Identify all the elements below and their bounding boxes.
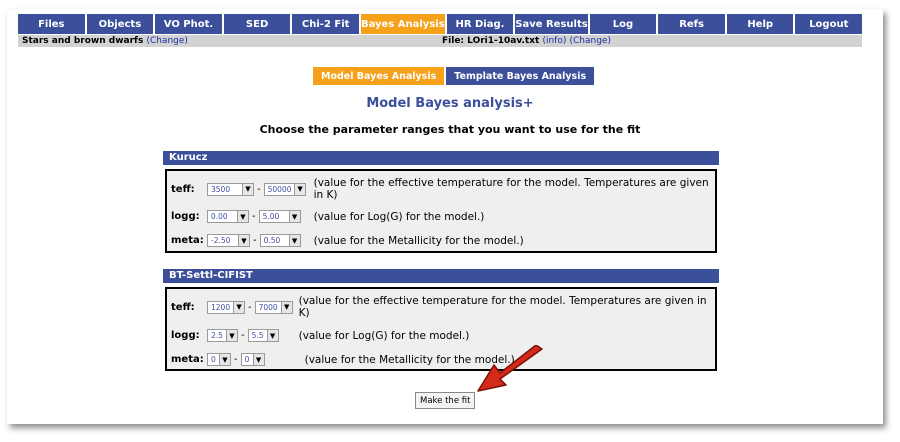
category-info: Stars and brown dwarfs (Change) <box>22 35 188 47</box>
meta-description: (value for the Metallicity for the model… <box>313 234 524 247</box>
btsettl-teff-row: teff: 1200 ▼ - 7000 ▼ (value for the eff… <box>171 295 709 319</box>
teff-description: (value for the effective temperature for… <box>298 295 707 319</box>
logg-description: (value for Log(G) for the model.) <box>313 210 485 223</box>
btsettl-teff-min-select[interactable]: 1200 ▼ <box>207 300 245 314</box>
teff-label: teff: <box>171 301 195 313</box>
kurucz-meta-min-select[interactable]: -2.50 ▼ <box>207 234 250 247</box>
file-label: File: LOri1-10av.txt <box>442 36 540 46</box>
nav-sed[interactable]: SED <box>223 14 291 34</box>
red-arrow-icon <box>477 345 543 392</box>
btsettl-logg-row: logg: 2.5 ▼ - 5.5 ▼ (value for Log(G) fo… <box>171 329 470 342</box>
btsettl-logg-min-select[interactable]: 2.5 ▼ <box>207 329 238 342</box>
make-fit-button[interactable]: Make the fit <box>415 392 476 409</box>
chevron-down-icon: ▼ <box>242 183 253 195</box>
kurucz-meta-row: meta: -2.50 ▼ - 0.50 ▼ (value for the Me… <box>171 234 524 247</box>
nav-chi2-fit[interactable]: Chi-2 Fit <box>292 14 359 34</box>
logg-description: (value for Log(G) for the model.) <box>298 329 470 342</box>
btsettl-meta-max-select[interactable]: 0 ▼ <box>240 353 265 366</box>
category-label: Stars and brown dwarfs <box>22 36 144 46</box>
chevron-down-icon: ▼ <box>237 211 248 222</box>
btsettl-teff-max-select[interactable]: 7000 ▼ <box>254 300 293 314</box>
nav-refs[interactable]: Refs <box>658 14 725 34</box>
nav-hr-diag[interactable]: HR Diag. <box>446 14 514 34</box>
chevron-down-icon: ▼ <box>288 211 300 222</box>
btsettl-logg-max-select[interactable]: 5.5 ▼ <box>247 329 279 342</box>
logg-label: logg: <box>171 330 200 341</box>
kurucz-meta-max-select[interactable]: 0.50 ▼ <box>259 234 301 247</box>
page-subtitle: Choose the parameter ranges that you wan… <box>259 123 641 136</box>
chevron-down-icon: ▼ <box>266 330 278 341</box>
tab-template-bayes[interactable]: Template Bayes Analysis <box>446 67 595 85</box>
chevron-down-icon: ▼ <box>288 235 300 246</box>
chevron-down-icon: ▼ <box>280 301 292 313</box>
tab-model-bayes[interactable]: Model Bayes Analysis <box>313 67 445 85</box>
btsettl-meta-min-select[interactable]: 0 ▼ <box>207 353 231 366</box>
nav-objects[interactable]: Objects <box>86 14 154 34</box>
teff-label: teff: <box>171 183 195 195</box>
nav-log[interactable]: Log <box>589 14 657 34</box>
chevron-down-icon: ▼ <box>226 330 237 341</box>
nav-vo-phot[interactable]: VO Phot. <box>155 14 222 34</box>
nav-help[interactable]: Help <box>726 14 794 34</box>
file-change-link[interactable]: (Change) <box>570 36 611 46</box>
chevron-down-icon: ▼ <box>294 183 305 195</box>
kurucz-box: teff: 3500 ▼ - 50000 ▼ (value for the ef… <box>165 169 717 253</box>
file-info: File: LOri1-10av.txt (info) (Change) <box>442 35 611 47</box>
main-nav: Files Objects VO Phot. SED Chi-2 Fit Bay… <box>18 14 863 34</box>
teff-description: (value for the effective temperature for… <box>313 177 709 201</box>
btsettl-header: BT-Settl-CIFIST <box>163 269 719 283</box>
btsettl-meta-row: meta: 0 ▼ - 0 ▼ (value for the Metallici… <box>171 353 515 366</box>
kurucz-logg-max-select[interactable]: 5.00 ▼ <box>258 210 301 223</box>
meta-label: meta: <box>171 235 204 246</box>
kurucz-teff-row: teff: 3500 ▼ - 50000 ▼ (value for the ef… <box>171 177 714 201</box>
kurucz-logg-row: logg: 0.00 ▼ - 5.00 ▼ (value for Log(G) … <box>171 210 485 223</box>
category-change-link[interactable]: (Change) <box>146 36 187 46</box>
nav-logout[interactable]: Logout <box>795 14 863 34</box>
page-title: Model Bayes analysis+ <box>366 96 534 111</box>
file-info-link[interactable]: (info) <box>542 36 566 46</box>
kurucz-header: Kurucz <box>163 151 719 165</box>
meta-label: meta: <box>171 354 204 365</box>
kurucz-logg-min-select[interactable]: 0.00 ▼ <box>207 210 249 223</box>
kurucz-teff-min-select[interactable]: 3500 ▼ <box>207 182 254 196</box>
chevron-down-icon: ▼ <box>233 301 244 313</box>
nav-save-results[interactable]: Save Results <box>515 14 588 34</box>
chevron-down-icon: ▼ <box>219 354 230 365</box>
nav-bayes-analysis[interactable]: Bayes Analysis <box>360 14 445 34</box>
logg-label: logg: <box>171 211 200 222</box>
chevron-down-icon: ▼ <box>238 235 249 246</box>
btsettl-box: teff: 1200 ▼ - 7000 ▼ (value for the eff… <box>165 287 717 371</box>
nav-files[interactable]: Files <box>18 14 85 34</box>
chevron-down-icon: ▼ <box>252 354 264 365</box>
kurucz-teff-max-select[interactable]: 50000 ▼ <box>263 182 306 196</box>
info-bar: Stars and brown dwarfs (Change) File: LO… <box>18 35 862 47</box>
analysis-subtabs: Model Bayes Analysis Template Bayes Anal… <box>313 67 595 85</box>
